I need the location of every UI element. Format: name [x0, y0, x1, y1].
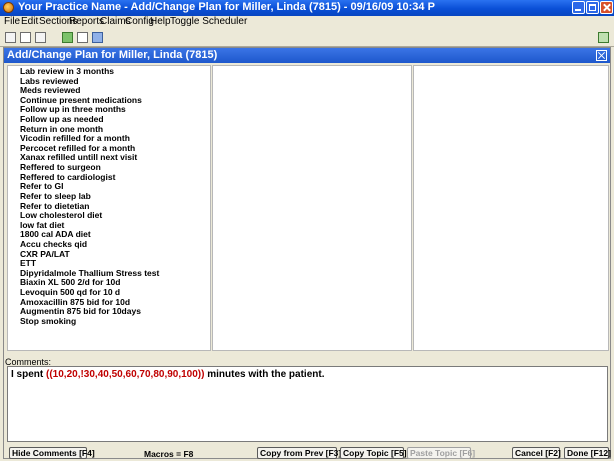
toolbar: [0, 29, 614, 47]
print-icon[interactable]: [92, 32, 103, 43]
comments-macro: ((10,20,!30,40,50,60,70,80,90,100)): [46, 369, 205, 380]
new-icon[interactable]: [5, 32, 16, 43]
plan-list-item[interactable]: CXR PA/LAT: [20, 249, 210, 260]
hide-comments-button[interactable]: Hide Comments [F4]: [9, 447, 95, 459]
menu-toggle-scheduler[interactable]: Toggle Scheduler: [170, 16, 247, 27]
middle-pane[interactable]: [212, 65, 412, 351]
paste-topic-button[interactable]: Paste Topic [F6]: [407, 447, 475, 459]
copy-from-prev-button[interactable]: Copy from Prev [F3]: [257, 447, 341, 459]
go-icon[interactable]: [62, 32, 73, 43]
menu-help[interactable]: Help: [150, 16, 171, 27]
plan-window: Add/Change Plan for Miller, Linda (7815)…: [3, 47, 611, 459]
plan-window-titlebar: Add/Change Plan for Miller, Linda (7815): [4, 48, 610, 63]
menu-bar: File Edit Sections Reports Claims Config…: [0, 16, 614, 29]
close-button[interactable]: [600, 1, 613, 14]
export-icon[interactable]: [598, 32, 609, 43]
plan-list: Lab review in 3 months Labs reviewed Meds …: [8, 66, 210, 326]
attach-icon[interactable]: [35, 32, 46, 43]
comments-suffix: minutes with the patient.: [204, 369, 325, 380]
app-icon: [3, 2, 14, 13]
comments-textarea[interactable]: I spent ((10,20,!30,40,50,60,70,80,90,10…: [7, 366, 608, 442]
copy-topic-button[interactable]: Copy Topic [F5]: [340, 447, 407, 459]
plan-list-pane[interactable]: Lab review in 3 months Labs reviewed Meds …: [7, 65, 211, 351]
document-icon[interactable]: [20, 32, 31, 43]
plan-list-item[interactable]: Stop smoking: [20, 316, 210, 327]
window-title: Your Practice Name - Add/Change Plan for…: [18, 1, 435, 13]
done-button[interactable]: Done [F12]: [564, 447, 611, 459]
menu-reports[interactable]: Reports: [69, 16, 104, 27]
right-pane[interactable]: [413, 65, 609, 351]
minimize-button[interactable]: [572, 1, 585, 14]
maximize-button[interactable]: [586, 1, 599, 14]
menu-edit[interactable]: Edit: [21, 16, 38, 27]
comments-prefix: I spent: [11, 369, 47, 380]
plan-window-title: Add/Change Plan for Miller, Linda (7815): [7, 49, 218, 61]
preview-icon[interactable]: [77, 32, 88, 43]
cancel-button[interactable]: Cancel [F2]: [512, 447, 561, 459]
close-icon[interactable]: [596, 50, 607, 61]
title-bar: Your Practice Name - Add/Change Plan for…: [0, 0, 614, 16]
menu-file[interactable]: File: [4, 16, 20, 27]
macros-info: Macros = F8: [144, 449, 194, 459]
